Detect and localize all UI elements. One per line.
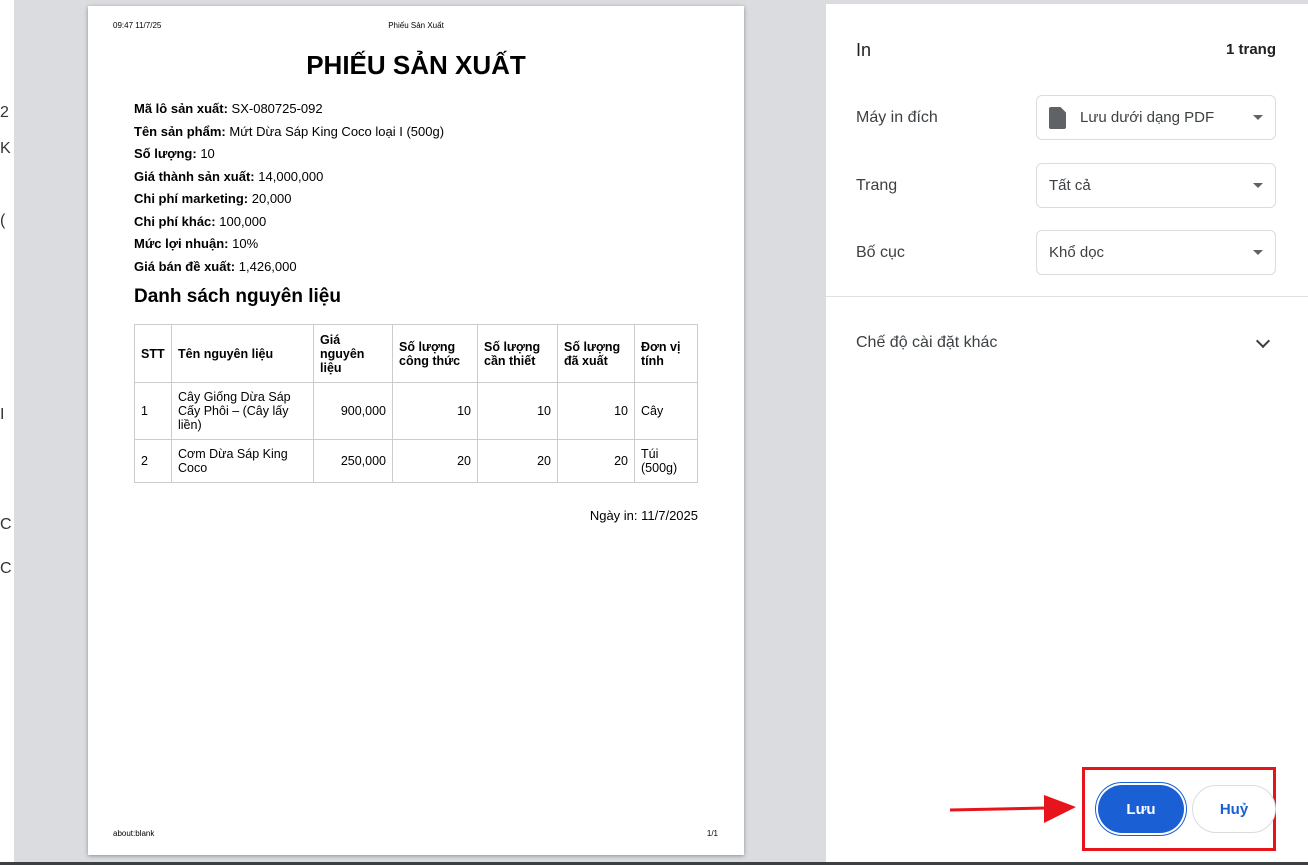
field-other-cost: Chi phí khác: 100,000 [134,213,267,229]
cell-formula-qty: 20 [392,439,478,483]
document-title: PHIẾU SẢN XUẤT [306,50,526,80]
table-row: 1 Cây Giống Dừa Sáp Cấy Phôi – (Cây lấy … [134,382,698,440]
background-app-strip: 2 K ( I C C [0,0,14,865]
backdrop-glyph: K [0,140,11,157]
print-dialog-title: In [856,40,872,60]
table-header-row: STT Tên nguyên liệu Giá nguyên liệu Số l… [134,324,698,383]
chevron-down-icon[interactable] [1255,333,1271,349]
field-quantity: Số lượng: 10 [134,146,215,161]
cell-unit: Cây [634,382,698,440]
backdrop-glyph: C [0,516,12,533]
save-button[interactable]: Lưu [1098,785,1184,833]
cell-unit: Túi (500g) [634,439,698,483]
layout-value: Khổ dọc [1049,244,1105,261]
red-arrow-annotation [949,795,1076,823]
cell-material-name: Cơm Dừa Sáp King Coco [171,439,314,483]
production-fields: Mã lô sản xuất: SX-080725-092 Tên sản ph… [134,98,444,278]
page-count: 1 trang [1225,41,1276,58]
cell-stt: 1 [134,382,172,440]
destination-value: Lưu dưới dạng PDF [1080,109,1215,126]
cancel-button[interactable]: Huỷ [1192,785,1276,833]
layout-label: Bố cục [856,244,905,261]
backdrop-glyph: I [0,406,5,423]
layout-select[interactable]: Khổ dọc [1036,230,1276,275]
cell-formula-qty: 10 [392,382,478,440]
more-settings-toggle[interactable]: Chế độ cài đặt khác [856,334,997,352]
dropdown-arrow-icon [1253,250,1263,255]
print-settings-panel: In 1 trang Máy in đích Lưu dưới dạng PDF… [826,4,1308,862]
field-product-name: Tên sản phẩm: Mứt Dừa Sáp King Coco loại… [134,123,445,139]
cell-price: 250,000 [313,439,393,483]
col-header: Số lượng công thức [392,324,478,383]
pages-value: Tất cả [1049,177,1091,194]
cell-material-name: Cây Giống Dừa Sáp Cấy Phôi – (Cây lấy li… [171,382,314,440]
cell-price: 900,000 [313,382,393,440]
materials-section-title: Danh sách nguyên liệu [134,286,341,307]
backdrop-glyph: ( [0,212,6,229]
cell-issued-qty: 20 [557,439,635,483]
col-header: STT [134,324,172,383]
cell-required-qty: 10 [477,382,558,440]
dropdown-arrow-icon [1253,115,1263,120]
preview-page: 09:47 11/7/25 Phiếu Sản Xuất PHIẾU SẢN X… [88,6,744,855]
col-header: Số lượng cần thiết [477,324,558,383]
field-suggested-price: Giá bán đề xuất: 1,426,000 [134,258,297,274]
col-header: Số lượng đã xuất [557,324,635,383]
page-header-title: Phiếu Sản Xuất [388,21,444,30]
pages-label: Trang [856,177,898,194]
destination-label: Máy in đích [856,109,938,126]
page-footer-url: about:blank [113,829,155,838]
table-row: 2 Cơm Dừa Sáp King Coco 250,000 20 20 20… [134,439,698,483]
backdrop-glyph: C [0,560,12,577]
destination-select[interactable]: Lưu dưới dạng PDF [1036,95,1276,140]
col-header: Giá nguyên liệu [313,324,393,383]
panel-divider [826,296,1308,297]
col-header: Đơn vị tính [634,324,698,383]
cell-issued-qty: 10 [557,382,635,440]
cell-required-qty: 20 [477,439,558,483]
col-header: Tên nguyên liệu [171,324,314,383]
materials-table: STT Tên nguyên liệu Giá nguyên liệu Số l… [134,324,698,483]
field-production-cost: Giá thành sản xuất: 14,000,000 [134,168,324,184]
backdrop-glyph: 2 [0,104,9,121]
cell-stt: 2 [134,439,172,483]
field-batch-code: Mã lô sản xuất: SX-080725-092 [134,101,323,116]
page-footer-number: 1/1 [706,829,718,838]
dropdown-arrow-icon [1253,183,1263,188]
pdf-file-icon [1049,106,1066,129]
print-preview-area[interactable]: 09:47 11/7/25 Phiếu Sản Xuất PHIẾU SẢN X… [14,0,826,862]
field-profit-margin: Mức lợi nhuận: 10% [134,236,259,251]
pages-select[interactable]: Tất cả [1036,163,1276,208]
field-marketing-cost: Chi phí marketing: 20,000 [134,191,292,206]
print-date: Ngày in: 11/7/2025 [589,508,698,523]
